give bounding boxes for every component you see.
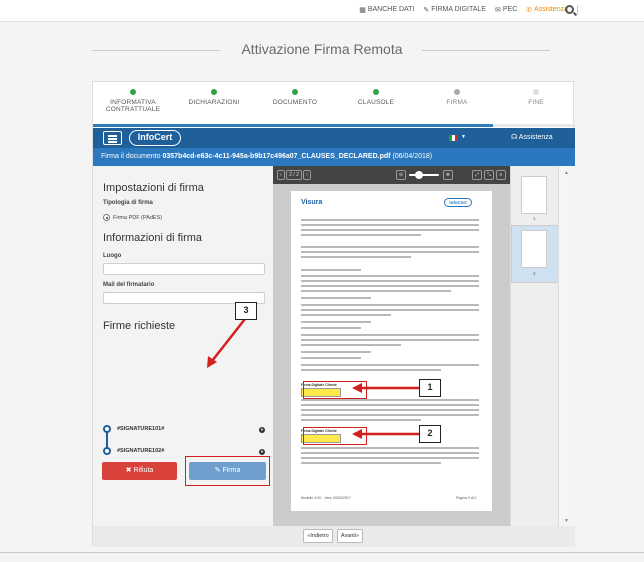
annotation-arrows (207, 318, 419, 439)
callout-number-3: 3 (235, 302, 257, 320)
arrowhead-1 (352, 383, 362, 393)
callout-number-2: 2 (419, 425, 441, 443)
callout-number-1: 1 (419, 379, 441, 397)
divider (0, 552, 644, 553)
arrow-3 (211, 318, 246, 362)
arrowhead-2 (352, 429, 362, 439)
